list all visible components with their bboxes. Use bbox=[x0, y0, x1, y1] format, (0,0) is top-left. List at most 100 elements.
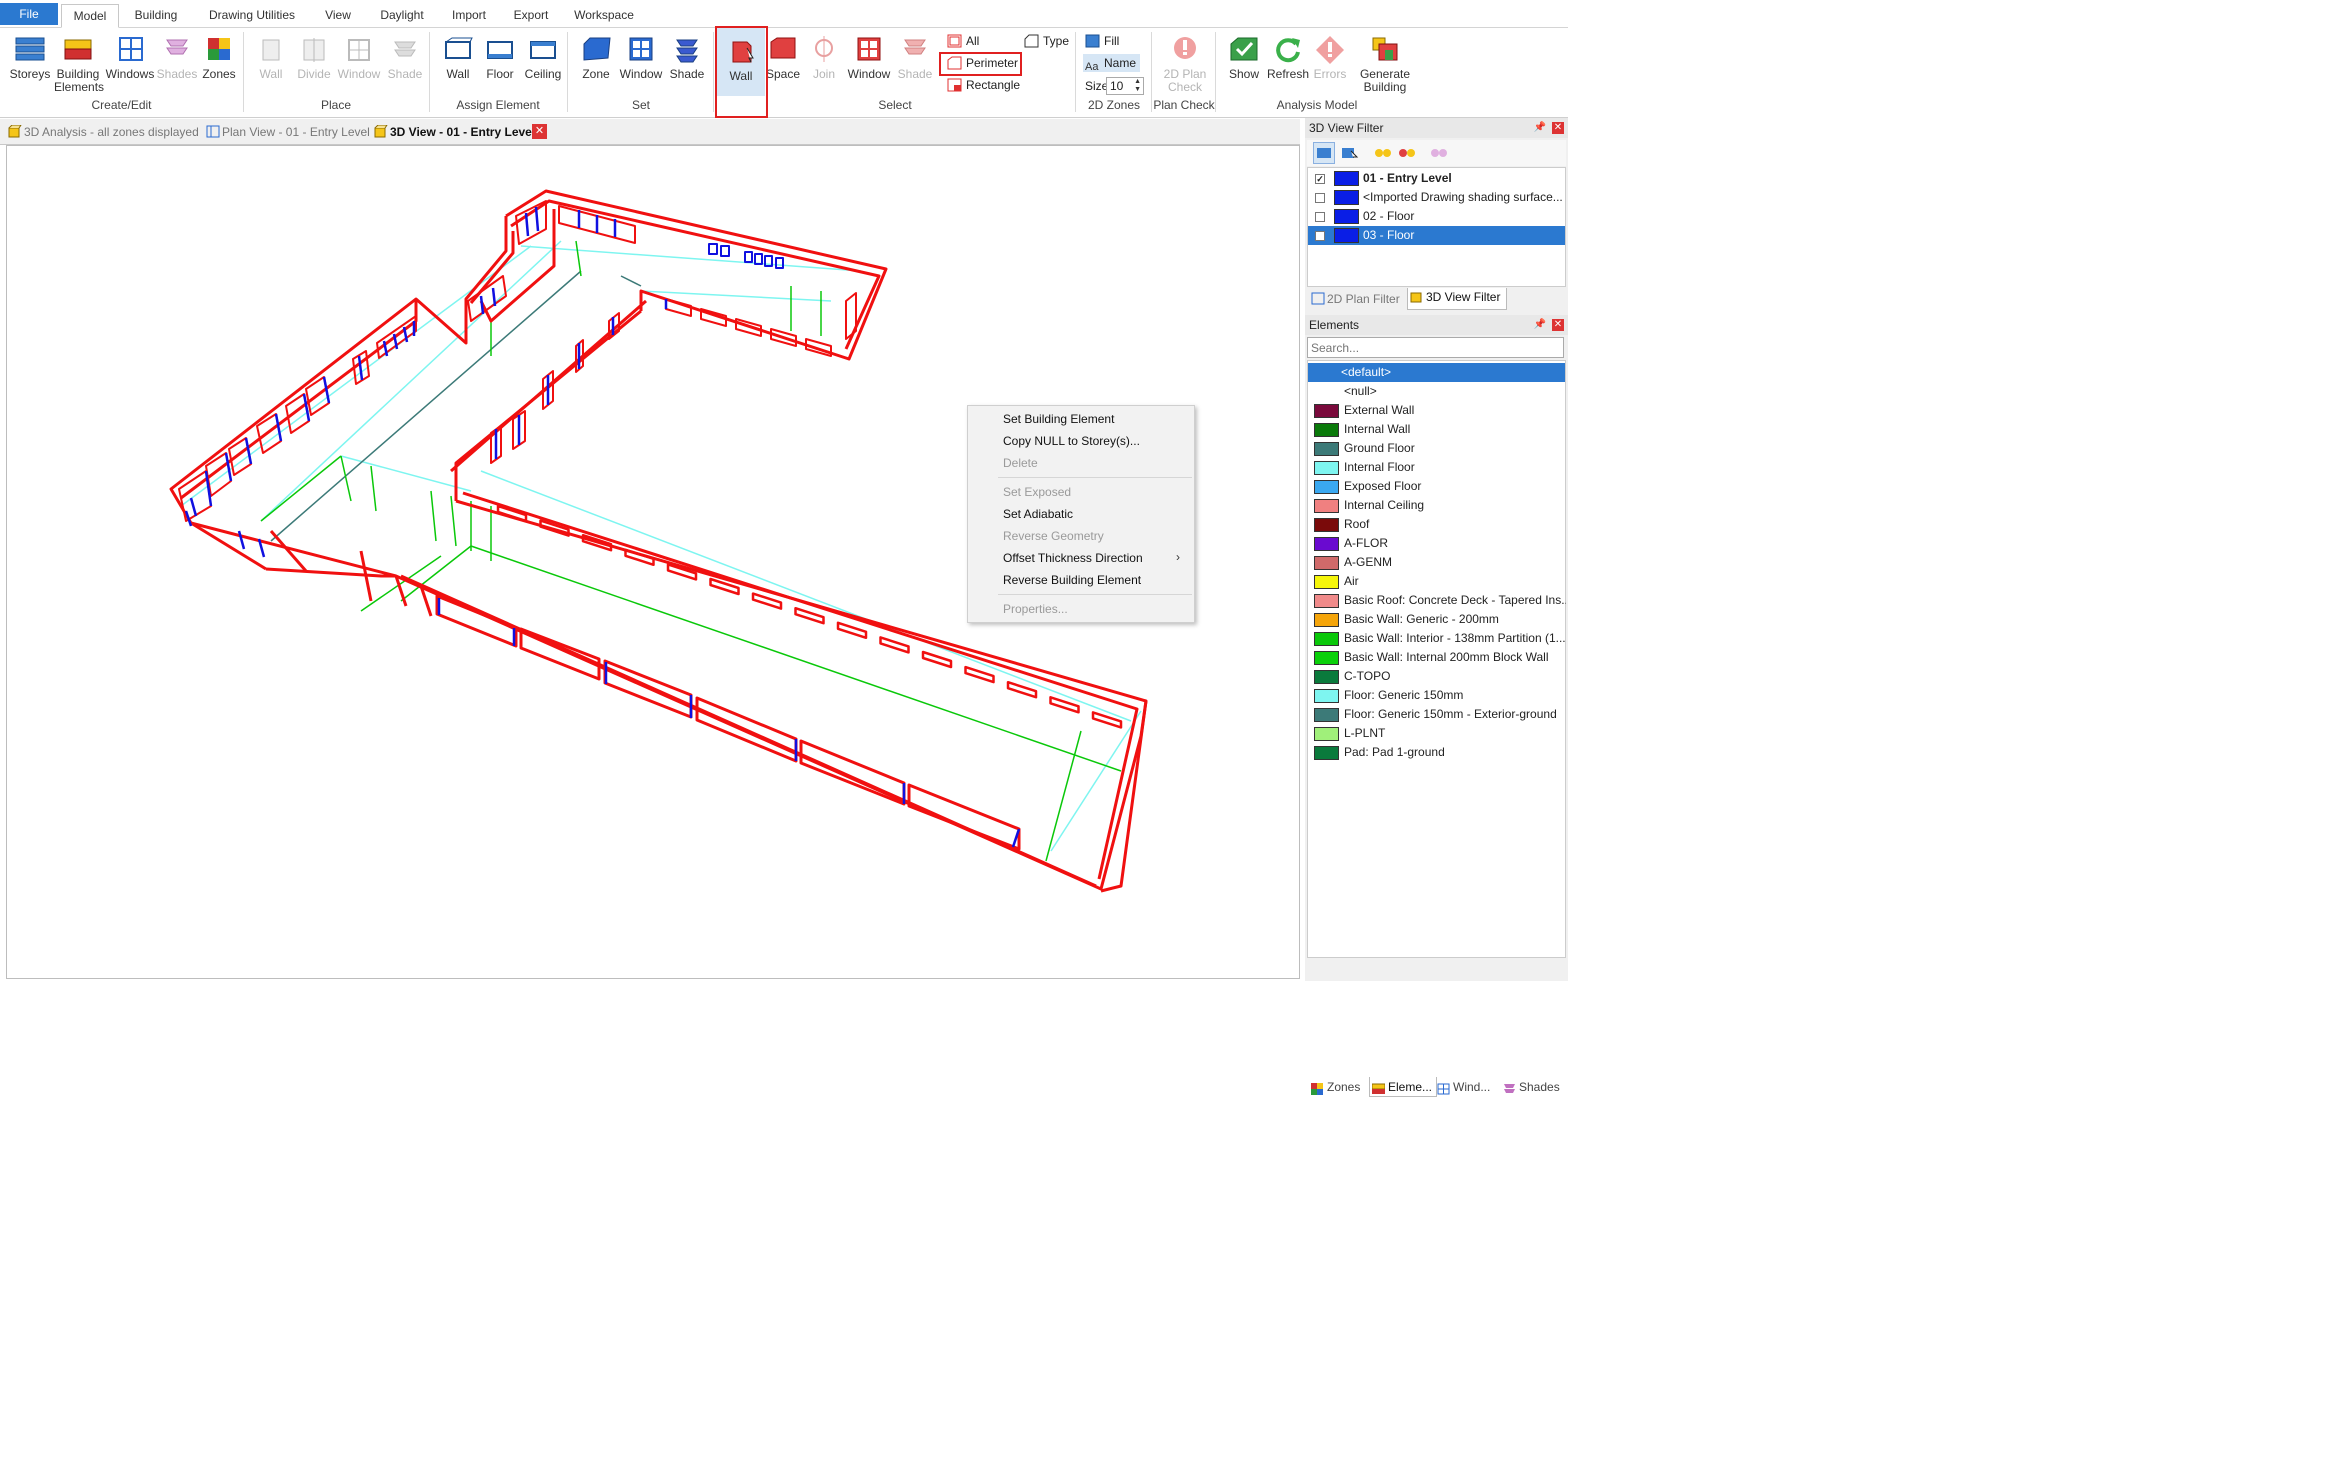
elements-search-input[interactable] bbox=[1307, 337, 1564, 358]
bottom-tab-elements[interactable]: Eleme... bbox=[1369, 1077, 1438, 1097]
close-tab-icon[interactable]: ✕ bbox=[532, 124, 547, 139]
element-item[interactable]: Pad: Pad 1-ground bbox=[1311, 743, 1566, 762]
close-icon[interactable]: ✕ bbox=[1552, 319, 1564, 331]
element-item[interactable]: A-GENM bbox=[1311, 553, 1566, 572]
tab-workspace[interactable]: Workspace bbox=[570, 4, 638, 28]
filter-item-entry-level[interactable]: ✓ 01 - Entry Level bbox=[1308, 169, 1564, 188]
show-button[interactable]: Show bbox=[1223, 34, 1265, 81]
doc-tab-3d-view[interactable]: 3D View - 01 - Entry Level bbox=[372, 123, 535, 143]
tab-2d-plan-filter[interactable]: 2D Plan Filter bbox=[1309, 290, 1400, 310]
select-window-button[interactable]: Window bbox=[846, 34, 892, 81]
filter-item-imported-shading[interactable]: <Imported Drawing shading surface... bbox=[1308, 188, 1564, 207]
storeys-button[interactable]: Storeys bbox=[8, 34, 52, 81]
tab-daylight[interactable]: Daylight bbox=[372, 4, 432, 28]
element-item[interactable]: Basic Wall: Generic - 200mm bbox=[1311, 610, 1566, 629]
element-item[interactable]: <default> bbox=[1308, 363, 1565, 382]
filter-all-icon[interactable] bbox=[1313, 142, 1335, 164]
menu-item-reverse-building-element[interactable]: Reverse Building Element bbox=[1003, 570, 1141, 590]
filter-item-03-floor[interactable]: 03 - Floor bbox=[1308, 226, 1565, 245]
select-space-button[interactable]: Space bbox=[762, 34, 804, 81]
filter-elements-icon[interactable] bbox=[1397, 143, 1417, 163]
zones-button[interactable]: Zones bbox=[198, 34, 240, 81]
element-item[interactable]: Ground Floor bbox=[1311, 439, 1566, 458]
element-color-swatch bbox=[1314, 556, 1339, 570]
place-window-button[interactable]: Window bbox=[336, 34, 382, 81]
shades-button[interactable]: Shades bbox=[156, 34, 198, 81]
window-frame bbox=[751, 592, 783, 610]
checkbox[interactable] bbox=[1315, 193, 1325, 203]
filter-item-02-floor[interactable]: 02 - Floor bbox=[1308, 207, 1564, 226]
bottom-tab-zones[interactable]: Zones bbox=[1309, 1077, 1360, 1097]
zones-name-button[interactable]: Aa Name bbox=[1083, 54, 1141, 73]
checkbox[interactable] bbox=[1315, 212, 1325, 222]
element-item[interactable]: Internal Wall bbox=[1311, 420, 1566, 439]
join-button[interactable]: Join bbox=[804, 34, 844, 81]
element-item[interactable]: <null> bbox=[1311, 382, 1566, 401]
doc-tab-3d-analysis[interactable]: 3D Analysis - all zones displayed bbox=[6, 123, 199, 143]
select-rectangle-button[interactable]: Rectangle bbox=[947, 76, 1020, 94]
menu-item-offset-thickness-direction[interactable]: Offset Thickness Direction bbox=[1003, 548, 1143, 568]
element-item[interactable]: Basic Wall: Interior - 138mm Partition (… bbox=[1311, 629, 1566, 648]
filter-zones-icon[interactable] bbox=[1373, 143, 1393, 163]
place-wall-button[interactable]: Wall bbox=[251, 34, 291, 81]
assign-ceiling-button[interactable]: Ceiling bbox=[521, 34, 565, 81]
select-shade-button[interactable]: Shade bbox=[894, 34, 936, 81]
filter-shades-icon[interactable] bbox=[1429, 143, 1449, 163]
building-elements-button[interactable]: Building Elements bbox=[54, 34, 104, 94]
errors-button[interactable]: Errors bbox=[1310, 34, 1350, 81]
filter-selected-icon[interactable] bbox=[1339, 143, 1359, 163]
set-shade-button[interactable]: Shade bbox=[666, 34, 708, 81]
tab-building[interactable]: Building bbox=[127, 4, 185, 28]
tab-drawing-utilities[interactable]: Drawing Utilities bbox=[200, 4, 304, 28]
tab-file[interactable]: File bbox=[0, 3, 58, 25]
menu-item-properties[interactable]: Properties... bbox=[1003, 599, 1068, 619]
bottom-tab-shades[interactable]: Shades bbox=[1501, 1077, 1560, 1097]
bottom-tab-windows[interactable]: Wind... bbox=[1435, 1077, 1490, 1097]
element-item[interactable]: Internal Floor bbox=[1311, 458, 1566, 477]
element-item[interactable]: C-TOPO bbox=[1311, 667, 1566, 686]
element-item[interactable]: Air bbox=[1311, 572, 1566, 591]
tab-import[interactable]: Import bbox=[444, 4, 494, 28]
zones-fill-button[interactable]: Fill bbox=[1085, 32, 1119, 50]
element-item[interactable]: Basic Roof: Concrete Deck - Tapered Ins.… bbox=[1311, 591, 1566, 610]
select-all-button[interactable]: All bbox=[947, 32, 979, 50]
stepper-arrows-icon[interactable]: ▲ ▼ bbox=[1134, 78, 1141, 94]
menu-item-set-adiabatic[interactable]: Set Adiabatic bbox=[1003, 504, 1073, 524]
menu-item-copy-null-to-storey[interactable]: Copy NULL to Storey(s)... bbox=[1003, 431, 1140, 451]
element-item[interactable]: L-PLNT bbox=[1311, 724, 1566, 743]
set-window-button[interactable]: Window bbox=[617, 34, 665, 81]
element-item[interactable]: Exposed Floor bbox=[1311, 477, 1566, 496]
select-type-button[interactable]: Type bbox=[1024, 32, 1069, 50]
zones-size-stepper[interactable]: 10 ▲ ▼ bbox=[1106, 77, 1144, 95]
element-item[interactable]: Floor: Generic 150mm - Exterior-ground bbox=[1311, 705, 1566, 724]
element-item[interactable]: External Wall bbox=[1311, 401, 1566, 420]
element-item[interactable]: Floor: Generic 150mm bbox=[1311, 686, 1566, 705]
refresh-button[interactable]: Refresh bbox=[1265, 34, 1311, 81]
menu-item-set-exposed[interactable]: Set Exposed bbox=[1003, 482, 1071, 502]
checkbox[interactable] bbox=[1315, 231, 1325, 241]
divide-button[interactable]: Divide bbox=[293, 34, 335, 81]
close-icon[interactable]: ✕ bbox=[1552, 122, 1564, 134]
menu-item-reverse-geometry[interactable]: Reverse Geometry bbox=[1003, 526, 1104, 546]
pin-icon[interactable]: 📌 bbox=[1534, 118, 1546, 138]
set-zone-button[interactable]: Zone bbox=[575, 34, 617, 81]
element-item[interactable]: A-FLOR bbox=[1311, 534, 1566, 553]
element-item[interactable]: Roof bbox=[1311, 515, 1566, 534]
element-item[interactable]: Basic Wall: Internal 200mm Block Wall bbox=[1311, 648, 1566, 667]
pin-icon[interactable]: 📌 bbox=[1534, 315, 1546, 335]
doc-tab-plan-view[interactable]: Plan View - 01 - Entry Level bbox=[204, 123, 370, 143]
tab-3d-view-filter[interactable]: 3D View Filter bbox=[1407, 288, 1508, 310]
generate-building-button[interactable]: Generate Building bbox=[1356, 34, 1414, 94]
plan-check-button[interactable]: 2D Plan Check bbox=[1157, 34, 1213, 94]
tab-model[interactable]: Model bbox=[61, 4, 119, 28]
menu-item-delete[interactable]: Delete bbox=[1003, 453, 1038, 473]
menu-item-set-building-element[interactable]: Set Building Element bbox=[1003, 409, 1114, 429]
assign-wall-button[interactable]: Wall bbox=[437, 34, 479, 81]
place-shade-button[interactable]: Shade bbox=[384, 34, 426, 81]
checkbox-checked[interactable]: ✓ bbox=[1315, 174, 1325, 184]
assign-floor-button[interactable]: Floor bbox=[479, 34, 521, 81]
tab-export[interactable]: Export bbox=[506, 4, 556, 28]
windows-button[interactable]: Windows bbox=[104, 34, 156, 81]
element-item[interactable]: Internal Ceiling bbox=[1311, 496, 1566, 515]
tab-view[interactable]: View bbox=[318, 4, 358, 28]
